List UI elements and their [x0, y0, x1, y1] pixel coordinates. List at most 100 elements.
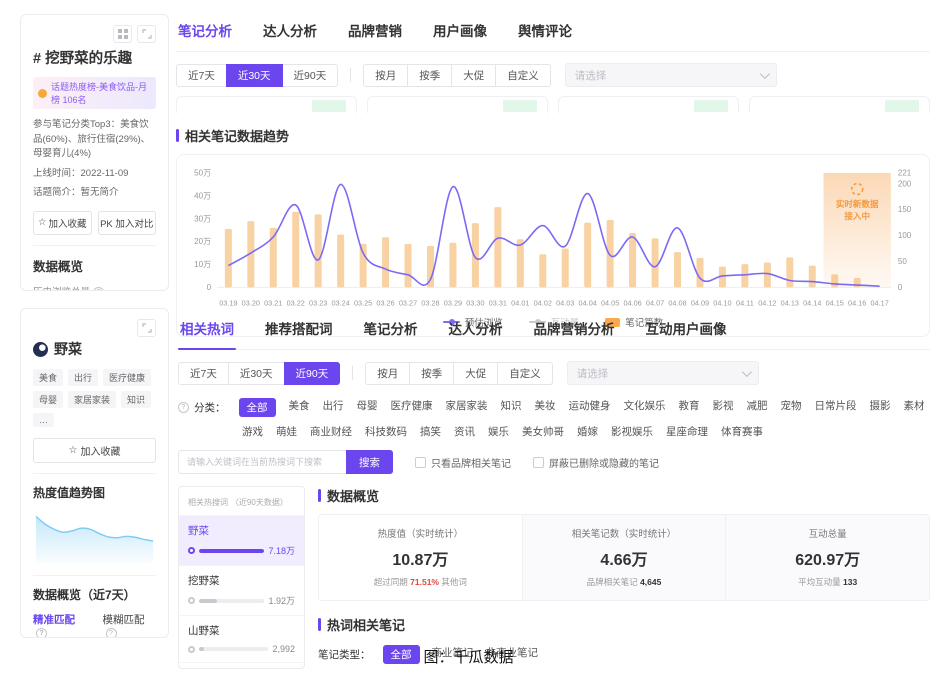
search-input[interactable] — [178, 450, 346, 474]
category-chip[interactable]: 星座命理 — [666, 424, 708, 439]
tab-item[interactable]: 笔记分析 — [176, 20, 234, 51]
keyword-tag[interactable]: 母婴 — [33, 391, 63, 408]
svg-text:04.15: 04.15 — [826, 298, 844, 307]
category-chip[interactable]: 资讯 — [454, 424, 475, 439]
tab-item[interactable]: 用户画像 — [431, 20, 489, 51]
period-filter-button[interactable]: 按季 — [409, 362, 454, 385]
period-filter-button[interactable]: 按月 — [365, 362, 410, 385]
range-filter-button[interactable]: 近30天 — [228, 362, 285, 385]
keyword-tag[interactable]: 知识 — [121, 391, 151, 408]
tab-item[interactable]: 互动用户画像 — [644, 318, 729, 349]
date-select-dropdown[interactable]: 请选择 — [567, 361, 759, 385]
date-select-dropdown[interactable]: 请选择 — [565, 63, 777, 87]
range-filter-button[interactable]: 近30天 — [226, 64, 283, 87]
category-chip[interactable]: 娱乐 — [488, 424, 509, 439]
svg-text:03.22: 03.22 — [287, 298, 305, 307]
data-overview-title: 数据概览 — [33, 256, 156, 275]
star-icon: ☆ — [69, 445, 78, 456]
range-filter-button[interactable]: 近7天 — [176, 64, 227, 87]
info-icon[interactable] — [93, 287, 104, 291]
category-chip[interactable]: 婚嫁 — [577, 424, 598, 439]
topic-intro: 话题简介：暂无简介 — [33, 185, 156, 200]
period-filter-button[interactable]: 自定义 — [497, 362, 553, 385]
category-chip[interactable]: 宠物 — [781, 398, 802, 417]
category-chip[interactable]: 科技数码 — [365, 424, 407, 439]
period-filter-button[interactable]: 自定义 — [495, 64, 551, 87]
category-chip[interactable]: 体育赛事 — [721, 424, 763, 439]
category-chip[interactable]: 减肥 — [747, 398, 768, 417]
stat-card-cut — [558, 96, 739, 113]
hotword-item[interactable]: 挖野菜 1.92万 — [179, 565, 304, 615]
search-button[interactable]: 搜索 — [346, 450, 393, 474]
category-chip[interactable]: 商业财经 — [310, 424, 352, 439]
info-icon[interactable] — [178, 402, 189, 413]
category-chip[interactable]: 摄影 — [870, 398, 891, 417]
tab-item[interactable]: 推荐搭配词 — [263, 318, 335, 349]
period-filter-button[interactable]: 大促 — [453, 362, 498, 385]
period-filter-button[interactable]: 大促 — [451, 64, 496, 87]
match-mode-tab[interactable]: 精准匹配 — [33, 612, 87, 638]
expand-icon[interactable] — [137, 25, 156, 43]
star-icon: ☆ — [38, 217, 47, 228]
period-filter-button[interactable]: 按月 — [363, 64, 408, 87]
range-filter-button[interactable]: 近90天 — [282, 64, 339, 87]
tab-item[interactable]: 笔记分析 — [362, 318, 420, 349]
keyword-tag[interactable]: … — [33, 413, 54, 427]
svg-text:03.19: 03.19 — [219, 298, 237, 307]
category-chip[interactable]: 母婴 — [357, 398, 378, 417]
keyword-tag[interactable]: 家居家装 — [68, 391, 116, 408]
range-filter-button[interactable]: 近7天 — [178, 362, 229, 385]
checkbox-icon[interactable] — [533, 457, 544, 468]
tab-item[interactable]: 品牌营销 — [346, 20, 404, 51]
add-favorite-button[interactable]: ☆ 加入收藏 — [33, 438, 156, 463]
category-chip[interactable]: 素材 — [904, 398, 925, 417]
tab-item[interactable]: 达人分析 — [261, 20, 319, 51]
category-chip[interactable]: 全部 — [239, 398, 276, 417]
medal-icon — [38, 89, 47, 98]
keyword-tag[interactable]: 出行 — [68, 369, 98, 386]
hotword-item[interactable]: 野菜 7.18万 — [179, 515, 304, 565]
checkbox-icon[interactable] — [415, 457, 426, 468]
category-chip[interactable]: 家居家装 — [446, 398, 488, 417]
tab-item[interactable]: 品牌营销分析 — [532, 318, 617, 349]
category-chip[interactable]: 知识 — [501, 398, 522, 417]
pk-compare-button[interactable]: PK 加入对比 — [98, 211, 157, 235]
category-chip[interactable]: 医疗健康 — [391, 398, 433, 417]
brand-notes-checkbox[interactable]: 只看品牌相关笔记 — [415, 455, 511, 470]
period-filter-button[interactable]: 按季 — [407, 64, 452, 87]
grid-icon[interactable] — [113, 25, 132, 43]
keyword-tag[interactable]: 美食 — [33, 369, 63, 386]
tab-item[interactable]: 达人分析 — [447, 318, 505, 349]
tab-item[interactable]: 相关热词 — [178, 318, 236, 349]
svg-text:04.05: 04.05 — [601, 298, 619, 307]
hide-deleted-checkbox[interactable]: 屏蔽已删除或隐藏的笔记 — [533, 455, 659, 470]
tab-item[interactable]: 舆情评论 — [516, 20, 574, 51]
category-chip[interactable]: 运动健身 — [569, 398, 611, 417]
category-chip[interactable]: 美女帅哥 — [522, 424, 564, 439]
trend-chart[interactable]: 实时新数据接入中010万20万30万40万50万0501001502002210… — [181, 163, 925, 313]
match-mode-tab[interactable]: 模糊匹配 — [103, 612, 157, 638]
info-icon[interactable] — [106, 628, 117, 638]
category-chip[interactable]: 日常片段 — [815, 398, 857, 417]
svg-text:04.11: 04.11 — [736, 298, 754, 307]
add-favorite-button[interactable]: ☆ 加入收藏 — [33, 211, 92, 235]
category-chip[interactable]: 美妆 — [535, 398, 556, 417]
svg-text:04.17: 04.17 — [871, 298, 889, 307]
category-chip[interactable]: 文化娱乐 — [624, 398, 666, 417]
range-filter-button[interactable]: 近90天 — [284, 362, 341, 385]
category-chip[interactable]: 出行 — [323, 398, 344, 417]
category-chip[interactable]: 影视娱乐 — [611, 424, 653, 439]
category-chip[interactable]: 影视 — [713, 398, 734, 417]
category-chip[interactable]: 美食 — [289, 398, 310, 417]
category-chip[interactable]: 教育 — [679, 398, 700, 417]
category-chip[interactable]: 萌娃 — [276, 424, 297, 439]
info-icon[interactable] — [36, 628, 47, 638]
category-chip[interactable]: 搞笑 — [420, 424, 441, 439]
match-mode-tabs: 精准匹配模糊匹配 — [33, 612, 156, 638]
category-chip[interactable]: 游戏 — [242, 424, 263, 439]
stat-card-cut — [749, 96, 930, 113]
topic-rank-badge[interactable]: 话题热度榜-美食饮品-月榜 106名 — [33, 77, 156, 109]
keyword-tag[interactable]: 医疗健康 — [103, 369, 151, 386]
expand-icon[interactable] — [137, 319, 156, 337]
growth-badge — [885, 100, 919, 112]
